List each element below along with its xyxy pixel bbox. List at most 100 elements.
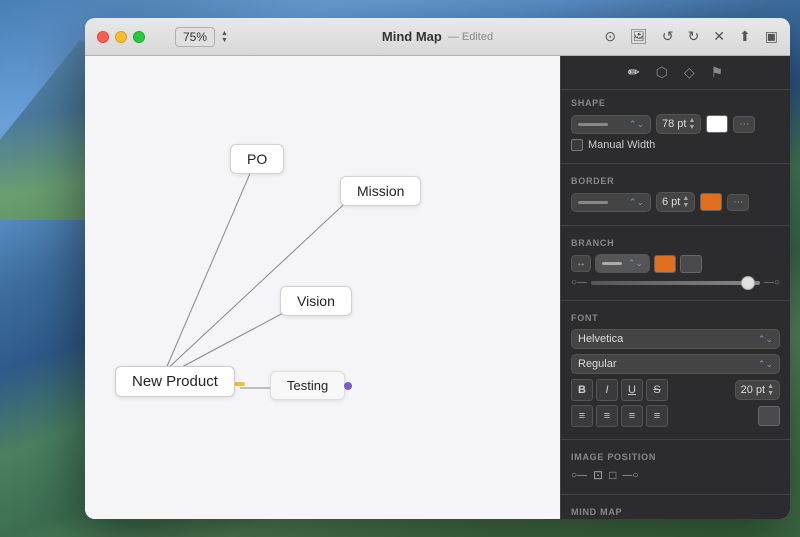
align-right-button[interactable]: ≡ [621, 405, 643, 427]
shape-down-arrow[interactable]: ▼ [688, 124, 695, 131]
app-window: 75% ▲ ▼ Mind Map — Edited ⊙ 🖼 ↺ ↻ ✕ ⬆ ▣ [85, 18, 790, 519]
shape-style-dropdown[interactable]: ⌃⌄ [571, 115, 651, 134]
divider-4 [561, 439, 790, 440]
image-icon[interactable]: 🖼 [630, 28, 648, 45]
image-position-label: IMAGE POSITION [571, 452, 780, 462]
branch-color-swatch[interactable] [654, 255, 676, 273]
zoom-down-icon[interactable]: ▼ [221, 37, 228, 44]
shape-manual-width-label: Manual Width [588, 139, 655, 151]
italic-button[interactable]: I [596, 379, 618, 401]
shape-manual-width-checkbox[interactable] [571, 139, 583, 151]
border-extra-btn[interactable]: ⋯ [727, 194, 749, 211]
font-family-dropdown[interactable]: Helvetica ⌃⌄ [571, 329, 780, 349]
font-weight-row: Regular ⌃⌄ [571, 354, 780, 374]
toolbar-left: 75% ▲ ▼ [175, 27, 228, 47]
img-pos-bottom[interactable]: —○ [622, 470, 638, 481]
section-border: BORDER ⌃⌄ 6 pt ▲ ▼ ⋯ [561, 168, 790, 221]
font-size-down[interactable]: ▼ [767, 390, 774, 397]
traffic-lights [97, 31, 145, 43]
sidebar-icon[interactable]: ▣ [765, 28, 778, 45]
tab-image[interactable]: ⬡ [656, 64, 668, 81]
redo-icon[interactable]: ↻ [688, 28, 700, 45]
shape-up-arrow[interactable]: ▲ [688, 117, 695, 124]
shape-color-swatch[interactable] [706, 115, 728, 133]
branch-link-btn[interactable]: ↔ [571, 255, 591, 272]
branch-color-row: ↔ ⌃⌄ [571, 254, 780, 273]
image-pos-row: ○— ⊡ □ —○ [571, 468, 780, 482]
titlebar: 75% ▲ ▼ Mind Map — Edited ⊙ 🖼 ↺ ↻ ✕ ⬆ ▣ [85, 18, 790, 56]
font-family-row: Helvetica ⌃⌄ [571, 329, 780, 349]
undo-icon[interactable]: ↺ [662, 28, 674, 45]
font-weight-dropdown[interactable]: Regular ⌃⌄ [571, 354, 780, 374]
section-mind-map: MIND MAP Branch Type ⌒ ⌃⌄ Manual Layout … [561, 499, 790, 519]
font-size-up[interactable]: ▲ [767, 383, 774, 390]
node-po[interactable]: PO [230, 144, 284, 174]
node-testing-label: Testing [287, 378, 328, 393]
bold-button[interactable]: B [571, 379, 593, 401]
zoom-up-icon[interactable]: ▲ [221, 30, 228, 37]
border-pt-stepper[interactable]: 6 pt ▲ ▼ [656, 192, 695, 212]
font-size-stepper[interactable]: 20 pt ▲ ▼ [735, 380, 780, 400]
close-button[interactable] [97, 31, 109, 43]
shape-pt-stepper[interactable]: 78 pt ▲ ▼ [656, 114, 701, 134]
img-pos-top-center[interactable]: ⊡ [593, 468, 603, 482]
tab-flag[interactable]: ⚑ [711, 64, 724, 81]
border-line-preview [578, 201, 608, 204]
font-size-arrows[interactable]: ▲ ▼ [767, 383, 774, 397]
titlebar-center: Mind Map — Edited [382, 29, 493, 44]
close-x-icon[interactable]: ✕ [713, 28, 725, 45]
border-stepper-arrows[interactable]: ▲ ▼ [682, 195, 689, 209]
branch-style-dropdown[interactable]: ⌃⌄ [595, 254, 650, 273]
section-shape: SHAPE ⌃⌄ 78 pt ▲ ▼ ⋯ [561, 90, 790, 159]
window-title: Mind Map [382, 29, 442, 44]
border-up-arrow[interactable]: ▲ [682, 195, 689, 202]
node-testing[interactable]: Testing [270, 371, 345, 400]
minimize-button[interactable] [115, 31, 127, 43]
border-color-swatch[interactable] [700, 193, 722, 211]
branch-color-swatch-2[interactable] [680, 255, 702, 273]
node-mission[interactable]: Mission [340, 176, 421, 206]
divider-1 [561, 163, 790, 164]
branch-slider[interactable] [591, 281, 760, 285]
branch-slider-thumb[interactable] [741, 276, 755, 290]
divider-2 [561, 225, 790, 226]
shape-line-preview [578, 123, 608, 126]
tab-link[interactable]: ◇ [684, 64, 695, 81]
section-image-position: IMAGE POSITION ○— ⊡ □ —○ [561, 444, 790, 490]
align-center-button[interactable]: ≡ [596, 405, 618, 427]
align-left-button[interactable]: ≡ [571, 405, 593, 427]
node-vision-label: Vision [297, 293, 335, 309]
underline-button[interactable]: U [621, 379, 643, 401]
border-down-arrow[interactable]: ▼ [682, 202, 689, 209]
img-pos-center-icon: ⊡ [593, 468, 603, 482]
shape-extra-btn[interactable]: ⋯ [733, 116, 755, 133]
border-dropdown-arrow: ⌃⌄ [629, 197, 644, 208]
tab-style[interactable]: ✏ [628, 64, 640, 81]
strikethrough-button[interactable]: S [646, 379, 668, 401]
node-new-product[interactable]: New Product [115, 366, 235, 397]
branch-section-label: BRANCH [571, 238, 780, 248]
panel-tabs: ✏ ⬡ ◇ ⚑ [561, 56, 790, 90]
img-pos-top-right[interactable]: □ [609, 468, 616, 482]
shape-stepper-arrows[interactable]: ▲ ▼ [688, 117, 695, 131]
node-new-product-label: New Product [132, 373, 218, 390]
fullscreen-button[interactable] [133, 31, 145, 43]
divider-3 [561, 300, 790, 301]
align-justify-button[interactable]: ≡ [646, 405, 668, 427]
img-pos-right-icon: □ [609, 468, 616, 482]
zoom-display: 75% [175, 27, 215, 47]
window-edited-label: — Edited [448, 31, 493, 43]
content-area: New Product Testing Vision Mission PO ✏ … [85, 56, 790, 519]
zoom-stepper[interactable]: ▲ ▼ [221, 30, 228, 44]
canvas[interactable]: New Product Testing Vision Mission PO [85, 56, 560, 519]
divider-5 [561, 494, 790, 495]
share-icon[interactable]: ⬆ [739, 28, 751, 45]
check-circle-icon[interactable]: ⊙ [604, 28, 616, 45]
branch-end-icon: —○ [764, 277, 780, 288]
node-vision[interactable]: Vision [280, 286, 352, 316]
shape-dropdown-arrow: ⌃⌄ [629, 119, 644, 130]
font-color-swatch[interactable] [758, 406, 780, 426]
border-style-dropdown[interactable]: ⌃⌄ [571, 193, 651, 212]
branch-start-icon: ○— [571, 277, 587, 288]
img-pos-top-left[interactable]: ○— [571, 470, 587, 481]
